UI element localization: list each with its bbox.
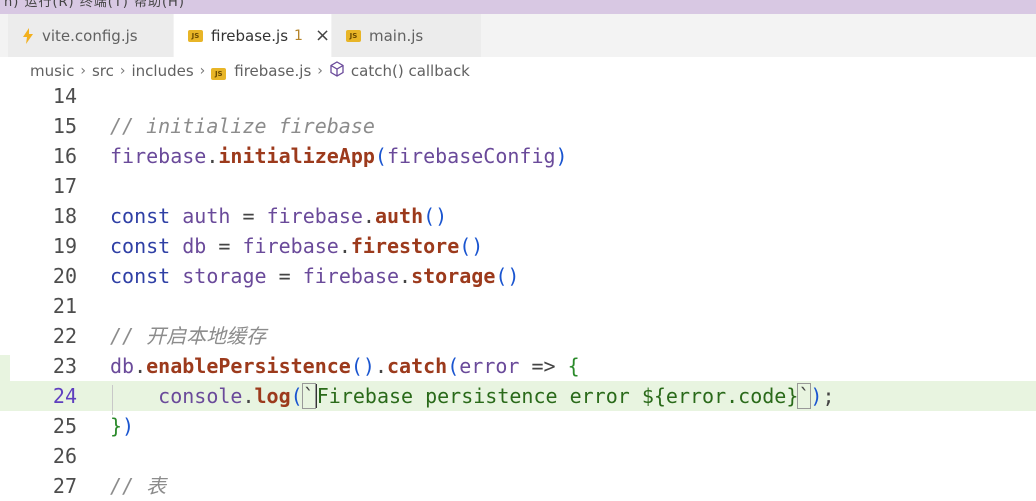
line-number: 14	[52, 84, 77, 108]
indent-guide	[112, 385, 113, 415]
code-line[interactable]: 16 firebase.initializeApp(firebaseConfig)	[0, 141, 1036, 171]
line-number: 15	[52, 114, 77, 138]
code-text[interactable]: firebase.initializeApp(firebaseConfig)	[110, 141, 568, 171]
line-number: 18	[52, 204, 77, 228]
js-file-icon: JS	[211, 62, 227, 80]
breadcrumb-item-file[interactable]: firebase.js	[234, 62, 311, 80]
line-number: 24	[52, 384, 77, 408]
menu-bar: n) 运行(R) 终端(T) 帮助(H)	[0, 0, 1036, 14]
code-line[interactable]: 18 const auth = firebase.auth()	[0, 201, 1036, 231]
code-editor[interactable]: 14 15 // initialize firebase 16 firebase.ini…	[0, 84, 1036, 498]
code-line[interactable]: 21	[0, 291, 1036, 321]
tab-label: main.js	[369, 26, 424, 45]
code-text[interactable]: })	[110, 411, 134, 441]
editor-tab-bar: vite.config.js JS firebase.js 1 × JS mai…	[0, 14, 1036, 57]
tab-vite-config[interactable]: vite.config.js	[8, 14, 174, 57]
breadcrumb-item-includes[interactable]: includes	[131, 62, 193, 80]
breadcrumb-item-symbol[interactable]: catch() callback	[351, 62, 470, 80]
breadcrumb-item-src[interactable]: src	[92, 62, 114, 80]
line-number: 22	[52, 324, 77, 348]
line-number: 21	[52, 294, 77, 318]
code-text[interactable]: // initialize firebase	[110, 111, 375, 141]
code-line[interactable]: 26	[0, 441, 1036, 471]
vite-bolt-icon	[22, 27, 34, 44]
code-text[interactable]: // 开启本地缓存	[110, 321, 266, 351]
code-line[interactable]: 22 // 开启本地缓存	[0, 321, 1036, 351]
code-text[interactable]: // 表	[110, 471, 166, 501]
breadcrumb-separator: ›	[119, 63, 126, 79]
code-line[interactable]: 20 const storage = firebase.storage()	[0, 261, 1036, 291]
code-text[interactable]: console.log(` Firebase persistence error …	[110, 381, 835, 411]
problem-count-badge: 1	[294, 27, 303, 44]
breadcrumb-separator: ›	[317, 63, 323, 79]
code-line[interactable]: 19 const db = firebase.firestore()	[0, 231, 1036, 261]
line-number: 17	[52, 174, 77, 198]
js-file-icon: JS	[188, 29, 203, 42]
code-text[interactable]: const storage = firebase.storage()	[110, 261, 519, 291]
code-line[interactable]: 14	[0, 81, 1036, 111]
menu-bar-text[interactable]: n) 运行(R) 终端(T) 帮助(H)	[4, 0, 185, 10]
close-icon[interactable]: ×	[315, 25, 330, 46]
code-line[interactable]: 24 console.log(` Firebase persistence err…	[0, 381, 1036, 411]
tab-label: firebase.js	[211, 26, 289, 45]
code-line[interactable]: 17	[0, 171, 1036, 201]
breadcrumb-separator: ›	[80, 63, 86, 79]
code-line[interactable]: 27 // 表	[0, 471, 1036, 501]
tab-main[interactable]: JS main.js	[332, 14, 482, 57]
tab-label: vite.config.js	[42, 26, 138, 45]
code-text[interactable]: const auth = firebase.auth()	[110, 201, 447, 231]
code-line[interactable]: 25})	[0, 411, 1036, 441]
line-number: 19	[52, 234, 77, 258]
line-number: 26	[52, 444, 77, 468]
code-text[interactable]: const db = firebase.firestore()	[110, 231, 483, 261]
code-line[interactable]: 15 // initialize firebase	[0, 111, 1036, 141]
breadcrumb-item-music[interactable]: music	[30, 62, 74, 80]
line-number: 27	[52, 474, 77, 498]
tab-firebase[interactable]: JS firebase.js 1 ×	[174, 14, 332, 57]
line-number: 25	[52, 414, 77, 438]
line-number: 16	[52, 144, 77, 168]
symbol-method-icon	[329, 61, 345, 81]
js-file-icon: JS	[346, 29, 361, 42]
code-line[interactable]: 23 db.enablePersistence().catch(error => …	[0, 351, 1036, 381]
breadcrumb-separator: ›	[199, 63, 206, 79]
line-number: 20	[52, 264, 77, 288]
line-number: 23	[52, 354, 77, 378]
code-text[interactable]: db.enablePersistence().catch(error => {	[110, 351, 580, 381]
